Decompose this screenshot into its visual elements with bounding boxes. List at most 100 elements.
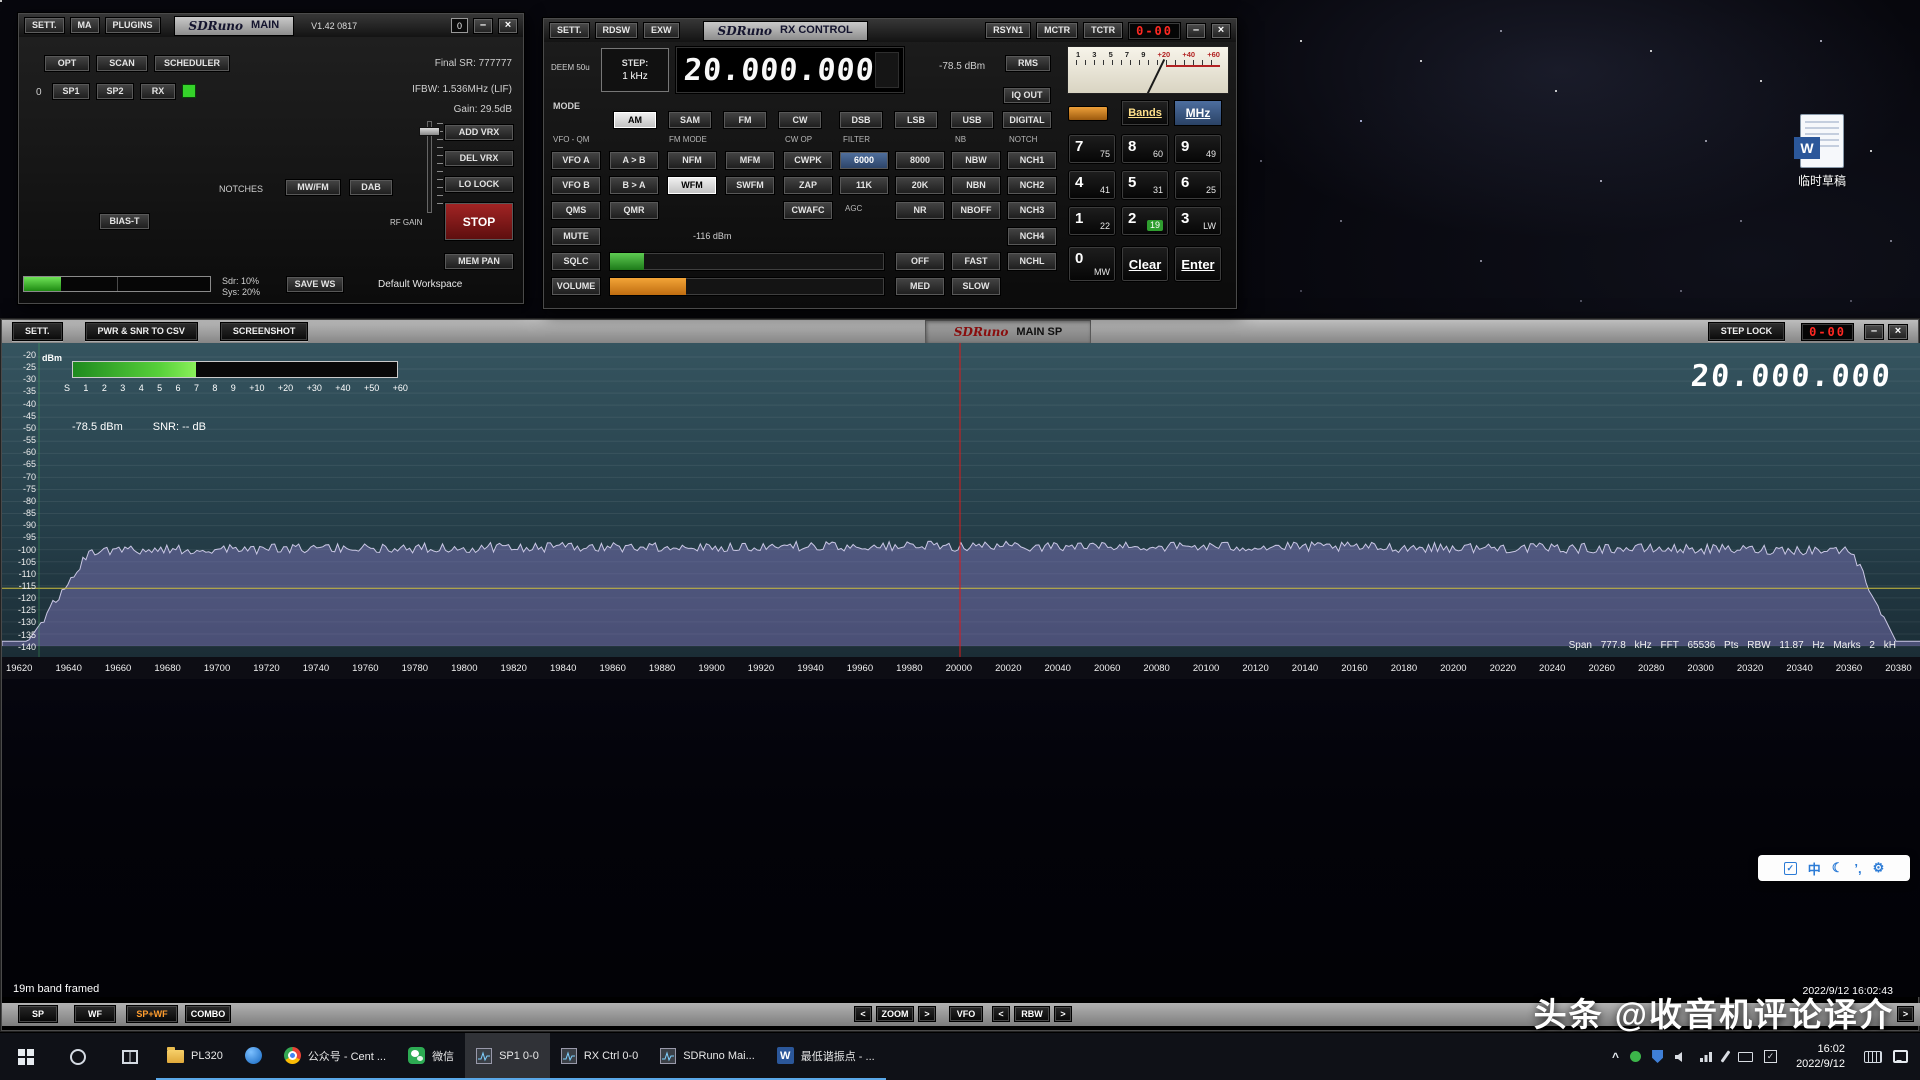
- waterfall-display[interactable]: [2, 679, 1920, 997]
- keypad-clear-button[interactable]: Clear: [1121, 246, 1169, 282]
- tray-check-icon[interactable]: ✓: [1764, 1050, 1777, 1063]
- nbn-button[interactable]: NBN: [951, 176, 1001, 195]
- mode-dsb-button[interactable]: DSB: [839, 111, 883, 129]
- main-titlebar[interactable]: SETT. MA PLUGINS SDRuno MAIN V1.42 0817 …: [19, 14, 523, 37]
- main-sett-button[interactable]: SETT.: [24, 17, 65, 34]
- sp2-button[interactable]: SP2: [96, 83, 134, 100]
- bands-button[interactable]: Bands: [1121, 100, 1169, 126]
- taskbar-app-rx-ctrl[interactable]: RX Ctrl 0-0: [550, 1033, 649, 1080]
- mode-am-button[interactable]: AM: [613, 111, 657, 129]
- keypad-2-button[interactable]: 2 19: [1121, 206, 1169, 236]
- agc-med-button[interactable]: MED: [895, 277, 945, 296]
- ime-language-icon[interactable]: 中: [1808, 859, 1821, 878]
- filter-20k-button[interactable]: 20K: [895, 176, 945, 195]
- minimize-button[interactable]: –: [1864, 324, 1884, 340]
- rx-button[interactable]: RX: [140, 83, 176, 100]
- tctr-button[interactable]: TCTR: [1083, 22, 1123, 39]
- mode-lsb-button[interactable]: LSB: [894, 111, 938, 129]
- del-vrx-button[interactable]: DEL VRX: [444, 150, 514, 167]
- keypad-8-button[interactable]: 8 60: [1121, 134, 1169, 164]
- vfo-b-button[interactable]: VFO B: [551, 176, 601, 195]
- taskbar-app-browser[interactable]: 公众号 - Cent ...: [273, 1033, 397, 1080]
- vrx-count-box[interactable]: 0: [451, 18, 468, 33]
- mode-usb-button[interactable]: USB: [950, 111, 994, 129]
- close-button[interactable]: ×: [1211, 23, 1231, 39]
- taskbar-app-pl320[interactable]: PL320: [156, 1033, 234, 1080]
- mw-fm-button[interactable]: MW/FM: [285, 179, 341, 196]
- agc-slow-button[interactable]: SLOW: [951, 277, 1001, 296]
- rms-button[interactable]: RMS: [1005, 55, 1051, 72]
- task-view-button[interactable]: [104, 1033, 156, 1080]
- qmr-button[interactable]: QMR: [609, 201, 659, 220]
- nr-button[interactable]: NR: [895, 201, 945, 220]
- sp-sett-button[interactable]: SETT.: [12, 322, 63, 341]
- keypad-1-button[interactable]: 1 22: [1068, 206, 1116, 236]
- keypad-9-button[interactable]: 9 49: [1174, 134, 1222, 164]
- tray-shield-icon[interactable]: [1652, 1050, 1663, 1063]
- wf-view-button[interactable]: WF: [74, 1005, 116, 1023]
- keypad-7-button[interactable]: 7 75: [1068, 134, 1116, 164]
- combo-view-button[interactable]: COMBO: [185, 1005, 231, 1023]
- keypad-5-button[interactable]: 5 31: [1121, 170, 1169, 200]
- start-button[interactable]: [0, 1033, 52, 1080]
- rsyn1-button[interactable]: RSYN1: [985, 22, 1031, 39]
- frequency-display[interactable]: 20.000.000: [675, 46, 905, 94]
- sp1-button[interactable]: SP1: [52, 83, 90, 100]
- volume-slider[interactable]: [609, 277, 885, 296]
- mctr-button[interactable]: MCTR: [1036, 22, 1078, 39]
- mode-cw-button[interactable]: CW: [778, 111, 822, 129]
- stop-button[interactable]: STOP: [444, 202, 514, 241]
- mute-button[interactable]: MUTE: [551, 227, 601, 246]
- ime-settings-gear-icon[interactable]: ⚙: [1873, 860, 1885, 876]
- taskbar-app-sdruno-main[interactable]: SDRuno Mai...: [649, 1033, 766, 1080]
- network-icon[interactable]: [1699, 1051, 1713, 1062]
- close-button[interactable]: ×: [1888, 324, 1908, 340]
- rf-gain-slider-thumb[interactable]: [419, 127, 440, 136]
- mfm-button[interactable]: MFM: [725, 151, 775, 170]
- keypad-enter-button[interactable]: Enter: [1174, 246, 1222, 282]
- exw-button[interactable]: EXW: [643, 22, 680, 39]
- opt-button[interactable]: OPT: [44, 55, 90, 72]
- keypad-3-button[interactable]: 3 LW: [1174, 206, 1222, 236]
- minimize-button[interactable]: –: [473, 18, 493, 34]
- tray-antivirus-icon[interactable]: [1630, 1051, 1641, 1062]
- search-button[interactable]: [52, 1033, 104, 1080]
- save-ws-button[interactable]: SAVE WS: [286, 276, 344, 293]
- rdsw-button[interactable]: RDSW: [595, 22, 639, 39]
- iq-out-button[interactable]: IQ OUT: [1003, 87, 1051, 104]
- keypad-6-button[interactable]: 6 25: [1174, 170, 1222, 200]
- taskbar-app-pinned[interactable]: [234, 1033, 273, 1080]
- mode-digital-button[interactable]: DIGITAL: [1002, 111, 1052, 129]
- vfo-button[interactable]: VFO: [949, 1006, 983, 1022]
- pen-icon[interactable]: [1721, 1050, 1731, 1062]
- ime-punctuation-icon[interactable]: ’,: [1854, 861, 1861, 876]
- keypad-0-button[interactable]: 0 MW: [1068, 246, 1116, 282]
- step-size-box[interactable]: STEP: 1 kHz: [601, 48, 669, 92]
- keyboard-icon[interactable]: [1738, 1052, 1753, 1062]
- rx-titlebar[interactable]: SETT. RDSW EXW SDRuno RX CONTROL RSYN1 M…: [544, 19, 1236, 42]
- swfm-button[interactable]: SWFM: [725, 176, 775, 195]
- scheduler-button[interactable]: SCHEDULER: [154, 55, 230, 72]
- spectrum-plot[interactable]: -20-25-30-35-40-45-50-55-60-65-70-75-80-…: [2, 343, 1920, 657]
- close-button[interactable]: ×: [498, 18, 518, 34]
- touch-keyboard-icon[interactable]: [1864, 1051, 1882, 1063]
- qms-button[interactable]: QMS: [551, 201, 601, 220]
- zoom-out-button[interactable]: <: [854, 1006, 872, 1022]
- ime-toolbar[interactable]: ✓ 中 ☾ ’, ⚙: [1758, 855, 1910, 881]
- taskbar-app-sp1[interactable]: SP1 0-0: [465, 1033, 550, 1080]
- screenshot-button[interactable]: SCREENSHOT: [220, 322, 309, 341]
- bias-t-button[interactable]: BIAS-T: [99, 213, 150, 230]
- dab-button[interactable]: DAB: [349, 179, 393, 196]
- filter-6000-button[interactable]: 6000: [839, 151, 889, 170]
- mem-pan-button[interactable]: MEM PAN: [444, 253, 514, 270]
- vfo-a-button[interactable]: VFO A: [551, 151, 601, 170]
- agc-off-button[interactable]: OFF: [895, 252, 945, 271]
- keypad-4-button[interactable]: 4 41: [1068, 170, 1116, 200]
- sp-wf-view-button[interactable]: SP+WF: [126, 1005, 178, 1023]
- mode-sam-button[interactable]: SAM: [668, 111, 712, 129]
- nchl-button[interactable]: NCHL: [1007, 252, 1057, 271]
- main-plugins-button[interactable]: PLUGINS: [105, 17, 161, 34]
- tray-expand-icon[interactable]: ^: [1612, 1050, 1619, 1064]
- nch4-button[interactable]: NCH4: [1007, 227, 1057, 246]
- mode-fm-button[interactable]: FM: [723, 111, 767, 129]
